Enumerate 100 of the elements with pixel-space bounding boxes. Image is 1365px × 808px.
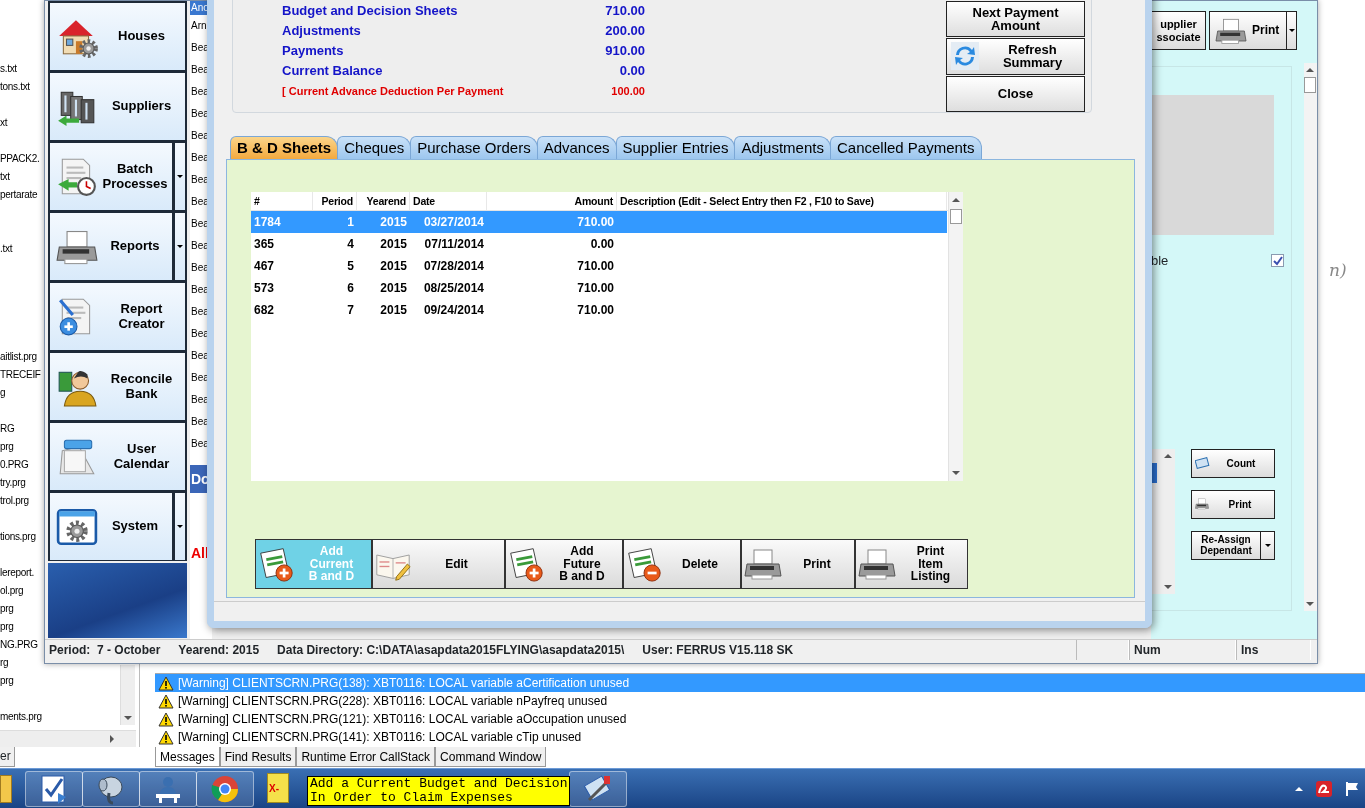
- file-name[interactable]: prg: [0, 672, 14, 690]
- file-name[interactable]: tons.txt: [0, 78, 30, 96]
- nav-button[interactable]: Houses: [48, 1, 187, 71]
- file-name[interactable]: lereport.: [0, 564, 34, 582]
- dropdown-button[interactable]: [1287, 11, 1297, 50]
- nav-button[interactable]: Batch Processes: [48, 141, 174, 211]
- status-indicator: Num: [1129, 640, 1236, 660]
- taskbar-button[interactable]: [25, 771, 83, 807]
- dialog-button[interactable]: Close: [946, 75, 1085, 112]
- file-name[interactable]: prg: [0, 600, 14, 618]
- panel-button[interactable]: Re-Assign Dependant: [1191, 530, 1261, 560]
- table-row[interactable]: 682 7 2015 09/24/2014 710.00: [251, 299, 947, 321]
- file-name[interactable]: try.prg: [0, 474, 26, 492]
- table-cell-text: 7: [346, 302, 355, 319]
- nav-button[interactable]: Suppliers: [48, 71, 187, 141]
- nav-button[interactable]: User Calendar: [48, 421, 187, 491]
- tab[interactable]: Messages: [155, 747, 220, 767]
- nav-button[interactable]: System: [48, 491, 174, 561]
- tab[interactable]: Advances: [536, 136, 617, 159]
- column-header[interactable]: Description (Edit - Select Entry then F2 , F10 to Save): [617, 192, 947, 210]
- taskbar-button[interactable]: [139, 771, 197, 807]
- column-header[interactable]: Amount: [487, 192, 617, 210]
- file-name[interactable]: NG.PRG: [0, 636, 38, 654]
- refresh-icon: [951, 42, 979, 71]
- file-name[interactable]: tions.prg: [0, 528, 36, 546]
- file-name[interactable]: RG: [0, 420, 15, 438]
- file-name[interactable]: xt: [0, 114, 8, 132]
- action-button[interactable]: Add Future B and D: [505, 539, 623, 589]
- tab[interactable]: Find Results: [219, 747, 297, 767]
- file-name[interactable]: .txt: [0, 240, 13, 258]
- table-cell-text: 710.00: [576, 280, 615, 297]
- summary-label: Adjustments: [282, 22, 361, 40]
- nav-button[interactable]: Reconcile Bank: [48, 351, 187, 421]
- table-row[interactable]: 467 5 2015 07/28/2014 710.00: [251, 255, 947, 277]
- action-button[interactable]: Edit: [372, 539, 505, 589]
- scrollbar[interactable]: [0, 730, 136, 747]
- column-header[interactable]: #: [251, 192, 313, 210]
- file-name[interactable]: prg: [0, 618, 14, 636]
- taskbar-button[interactable]: [569, 771, 627, 807]
- dropdown-button[interactable]: [174, 141, 187, 211]
- action-button[interactable]: Delete: [623, 539, 741, 589]
- column-header[interactable]: Yearend: [357, 192, 410, 210]
- column-header[interactable]: Period: [313, 192, 357, 210]
- nav-button[interactable]: Report Creator: [48, 281, 187, 351]
- checkbox[interactable]: [1271, 254, 1284, 268]
- file-name[interactable]: txt: [0, 168, 10, 186]
- file-name[interactable]: trol.prg: [0, 492, 29, 510]
- taskbar-button[interactable]: [196, 771, 254, 807]
- tab[interactable]: Cancelled Payments: [829, 136, 982, 159]
- dropdown-button[interactable]: [174, 491, 187, 561]
- column-header[interactable]: Date: [410, 192, 487, 210]
- table-cell-text: 2015: [379, 214, 408, 231]
- dropdown-button[interactable]: [1261, 530, 1275, 560]
- action-button[interactable]: Print Item Listing: [855, 539, 968, 589]
- tab[interactable]: Adjustments: [734, 136, 831, 159]
- list-scrollbar[interactable]: [1151, 448, 1175, 594]
- tab[interactable]: er: [0, 747, 15, 767]
- status-text: Data Directory: C:\DATA\asapdata2015FLYING\asapdata2015\: [277, 642, 625, 659]
- scrollbar[interactable]: [120, 665, 135, 725]
- file-name[interactable]: ol.prg: [0, 582, 24, 600]
- file-name[interactable]: s.txt: [0, 60, 17, 78]
- table-row[interactable]: 573 6 2015 08/25/2014 710.00: [251, 277, 947, 299]
- file-name[interactable]: pertarate: [0, 186, 38, 204]
- scrollbar[interactable]: [948, 192, 963, 481]
- associate-button[interactable]: upplier ssociate: [1151, 11, 1206, 50]
- file-name[interactable]: TRECEIF: [0, 366, 41, 384]
- cards-icon: [1195, 456, 1211, 470]
- app-icon[interactable]: X-: [267, 773, 289, 803]
- dialog-button[interactable]: Next Payment Amount: [946, 1, 1085, 38]
- file-name[interactable]: prg: [0, 438, 14, 456]
- panel-button[interactable]: Count: [1191, 448, 1275, 478]
- tray-arrow-icon[interactable]: [1295, 786, 1303, 791]
- file-name[interactable]: g: [0, 384, 6, 402]
- file-name[interactable]: PPACK2.: [0, 150, 40, 168]
- dropdown-button[interactable]: [174, 211, 187, 281]
- tab[interactable]: Cheques: [337, 136, 412, 159]
- action-button[interactable]: Print: [741, 539, 855, 589]
- table-row[interactable]: 365 4 2015 07/11/2014 0.00: [251, 233, 947, 255]
- tab[interactable]: Supplier Entries: [615, 136, 736, 159]
- tab[interactable]: Runtime Error CallStack: [296, 747, 436, 767]
- dialog-button[interactable]: Refresh Summary: [946, 38, 1085, 75]
- summary-label: Payments: [282, 42, 344, 60]
- browser-icon: [209, 773, 241, 805]
- print-button[interactable]: Print: [1209, 11, 1287, 50]
- nav-button[interactable]: Reports: [48, 211, 174, 281]
- file-name[interactable]: aitlist.prg: [0, 348, 37, 366]
- panel-button[interactable]: Print: [1191, 489, 1275, 519]
- file-name[interactable]: ments.prg: [0, 708, 42, 726]
- file-name[interactable]: 0.PRG: [0, 456, 29, 474]
- tab[interactable]: B & D Sheets: [230, 136, 339, 159]
- message-row[interactable]: [Warning] CLIENTSCRN.PRG(141): XBT0116: LOCAL variable cTip unused: [155, 728, 1365, 746]
- tab[interactable]: Purchase Orders: [410, 136, 538, 159]
- taskbar-button[interactable]: [82, 771, 140, 807]
- scrollbar[interactable]: [1304, 63, 1317, 611]
- file-name[interactable]: rg: [0, 654, 9, 672]
- summary-value: 910.00: [605, 42, 645, 60]
- tab[interactable]: Command Window: [435, 747, 547, 767]
- message-row[interactable]: [Warning] CLIENTSCRN.PRG(121): XBT0116: LOCAL variable aOccupation unused: [155, 710, 1365, 728]
- message-row[interactable]: [Warning] CLIENTSCRN.PRG(228): XBT0116: LOCAL variable nPayfreq unused: [155, 692, 1365, 710]
- status-text: User: FERRUS V15.118 SK: [642, 642, 794, 659]
